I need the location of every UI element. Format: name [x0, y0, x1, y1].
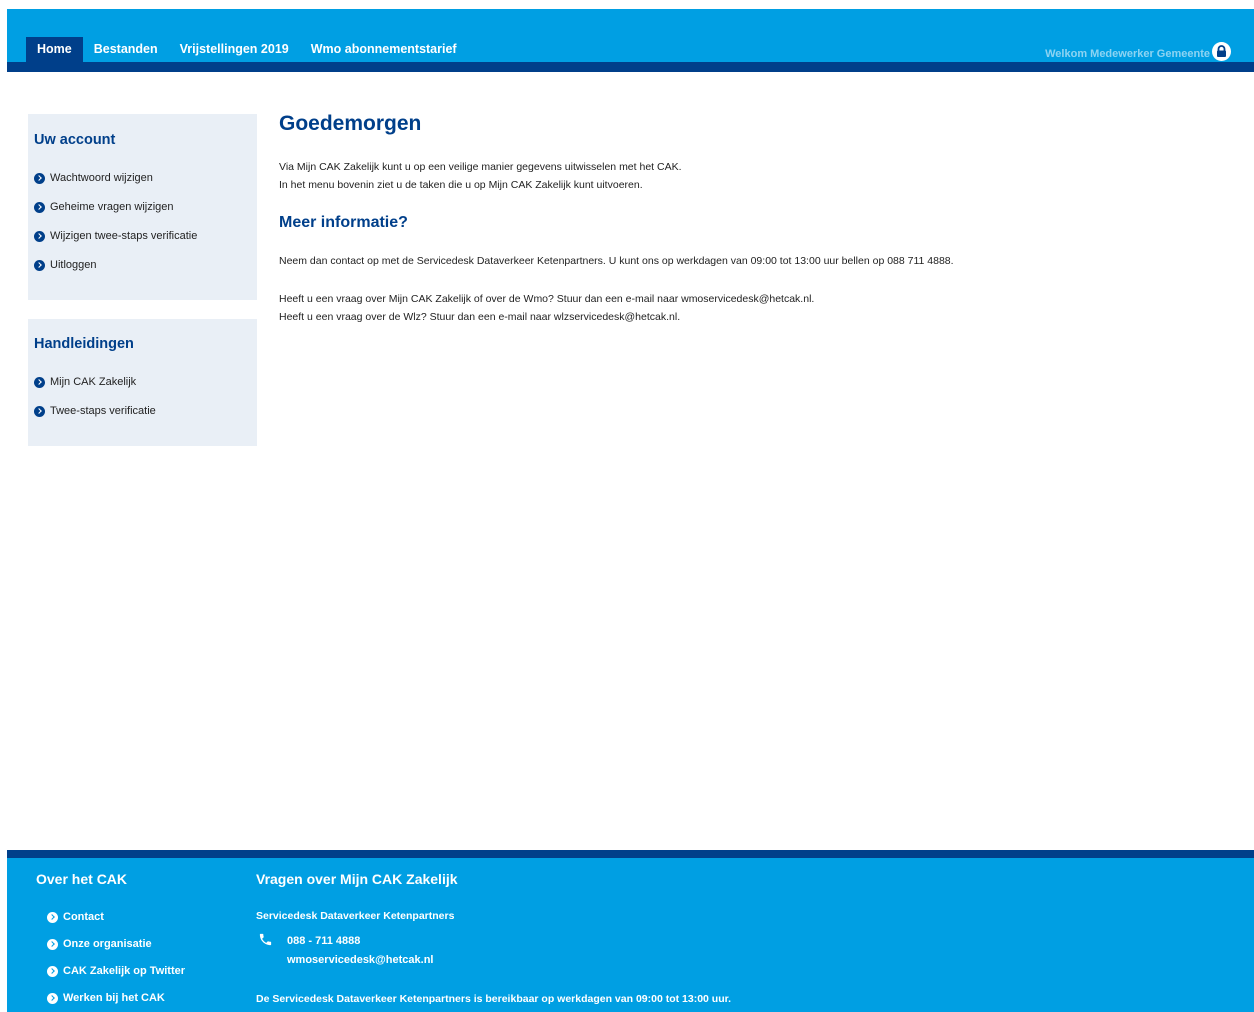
footer-link-contact[interactable]: Contact: [47, 911, 185, 938]
footer-title-over-het-cak: Over het CAK: [36, 871, 128, 887]
nav-item-bestanden[interactable]: Bestanden: [83, 37, 169, 62]
phone-icon: [259, 933, 272, 946]
link-geheime-vragen-wijzigen[interactable]: Geheime vragen wijzigen: [34, 201, 197, 230]
footer-links: Contact Onze organisatie CAK Zakelijk op…: [47, 911, 185, 1012]
footer-title-vragen: Vragen over Mijn CAK Zakelijk: [256, 871, 458, 887]
link-uitloggen[interactable]: Uitloggen: [34, 259, 197, 288]
link-wachtwoord-wijzigen[interactable]: Wachtwoord wijzigen: [34, 172, 197, 201]
page-title: Goedemorgen: [279, 112, 422, 135]
top-navigation-bar: Home Bestanden Vrijstellingen 2019 Wmo a…: [7, 9, 1254, 72]
footer-link-twitter[interactable]: CAK Zakelijk op Twitter: [47, 965, 185, 992]
user-name: Welkom Medewerker Gemeente: [1045, 48, 1210, 60]
footer-link-label: Onze organisatie: [63, 938, 152, 950]
account-links: Wachtwoord wijzigen Geheime vragen wijzi…: [34, 172, 197, 288]
manual-links: Mijn CAK Zakelijk Twee-staps verificatie: [34, 376, 156, 434]
chevron-right-icon: [47, 966, 58, 977]
footer-link-label: Contact: [63, 911, 104, 923]
servicedesk-name: Servicedesk Dataverkeer Ketenpartners: [256, 910, 455, 922]
section-title-meer-informatie: Meer informatie?: [279, 214, 408, 231]
wmo-question-text: Heeft u een vraag over Mijn CAK Zakelijk…: [279, 293, 815, 305]
chevron-right-icon: [34, 406, 45, 417]
nav-divider: [7, 62, 1254, 72]
email-link[interactable]: wmoservicedesk@hetcak.nl: [287, 954, 433, 966]
link-manual-mijn-cak-zakelijk[interactable]: Mijn CAK Zakelijk: [34, 376, 156, 405]
intro-text-1: Via Mijn CAK Zakelijk kunt u op een veil…: [279, 161, 682, 173]
account-panel-title: Uw account: [34, 132, 116, 148]
account-panel: Uw account Wachtwoord wijzigen Geheime v…: [28, 114, 257, 300]
chevron-right-icon: [47, 993, 58, 1004]
nav-item-home[interactable]: Home: [26, 37, 83, 62]
link-label: Wachtwoord wijzigen: [50, 172, 153, 184]
chevron-right-icon: [34, 377, 45, 388]
chevron-right-icon: [34, 231, 45, 242]
link-twee-staps-verificatie-wijzigen[interactable]: Wijzigen twee-staps verificatie: [34, 230, 197, 259]
chevron-right-icon: [34, 202, 45, 213]
footer-link-label: Werken bij het CAK: [63, 992, 165, 1004]
contact-text: Neem dan contact op met de Servicedesk D…: [279, 255, 954, 267]
chevron-right-icon: [47, 912, 58, 923]
footer: Over het CAK Contact Onze organisatie CA…: [7, 850, 1254, 1012]
phone-number[interactable]: 088 - 711 4888: [287, 935, 360, 947]
link-label: Mijn CAK Zakelijk: [50, 376, 137, 388]
nav-item-wmo-abonnementstarief[interactable]: Wmo abonnementstarief: [300, 37, 468, 62]
link-label: Uitloggen: [50, 259, 97, 271]
wlz-question-text: Heeft u een vraag over de Wlz? Stuur dan…: [279, 311, 681, 323]
intro-text-2: In het menu bovenin ziet u de taken die …: [279, 179, 643, 191]
main-menu: Home Bestanden Vrijstellingen 2019 Wmo a…: [26, 37, 468, 62]
lock-icon[interactable]: [1212, 42, 1231, 61]
footer-link-onze-organisatie[interactable]: Onze organisatie: [47, 938, 185, 965]
availability-text: De Servicedesk Dataverkeer Ketenpartners…: [256, 993, 732, 1005]
link-manual-twee-staps-verificatie[interactable]: Twee-staps verificatie: [34, 405, 156, 434]
nav-item-vrijstellingen-2019[interactable]: Vrijstellingen 2019: [169, 37, 300, 62]
link-label: Wijzigen twee-staps verificatie: [50, 230, 198, 242]
manuals-panel: Handleidingen Mijn CAK Zakelijk Twee-sta…: [28, 319, 257, 446]
link-label: Geheime vragen wijzigen: [50, 201, 174, 213]
chevron-right-icon: [47, 939, 58, 950]
chevron-right-icon: [34, 260, 45, 271]
footer-link-label: CAK Zakelijk op Twitter: [63, 965, 186, 977]
footer-divider: [7, 850, 1254, 858]
footer-link-werken-bij[interactable]: Werken bij het CAK: [47, 992, 185, 1012]
link-label: Twee-staps verificatie: [50, 405, 156, 417]
chevron-right-icon: [34, 173, 45, 184]
manuals-panel-title: Handleidingen: [34, 336, 134, 352]
